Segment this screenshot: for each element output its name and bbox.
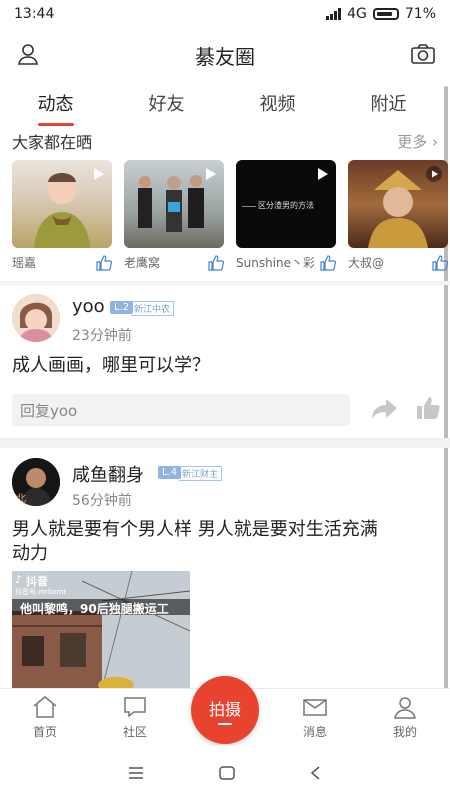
nav-profile[interactable]: 我的: [360, 689, 450, 746]
nav-home[interactable]: 首页: [0, 689, 90, 746]
nav-label: 社区: [122, 725, 147, 739]
level-badge: L.4: [158, 466, 182, 479]
section-divider: [0, 438, 450, 448]
share-item-name: 瑶嘉: [12, 256, 37, 270]
tab-bar: 动态 好友 视频 附近: [0, 82, 444, 126]
share-section-header: 大家都在晒 更多 ›: [12, 128, 438, 154]
share-item-name: 大叔@: [348, 256, 385, 270]
share-thumbnail[interactable]: [12, 160, 112, 248]
tab-moments[interactable]: 动态: [0, 82, 111, 126]
nav-label: 消息: [302, 725, 327, 739]
level-badge: L.2: [110, 301, 134, 314]
share-item[interactable]: 大叔@: [348, 160, 448, 278]
share-item[interactable]: 瑶嘉: [12, 160, 112, 278]
like-icon[interactable]: [416, 396, 440, 424]
status-time: 13:44: [14, 6, 55, 22]
play-icon: [426, 166, 442, 182]
share-icon[interactable]: [370, 398, 398, 424]
post-time: 56分钟前: [72, 493, 132, 509]
share-item[interactable]: 区分渣男的方法 Sunshine丶彩: [236, 160, 336, 278]
avatar[interactable]: 北: [12, 458, 60, 506]
person-icon: [394, 697, 416, 719]
top-bar: 綦友圈: [0, 30, 450, 80]
tab-videos[interactable]: 视频: [222, 82, 333, 126]
post-username[interactable]: 咸鱼翻身: [72, 461, 144, 487]
shoot-icon: [218, 722, 232, 725]
profile-icon[interactable]: [16, 42, 40, 70]
battery-level: 71%: [404, 6, 436, 22]
menu-icon[interactable]: [127, 766, 145, 780]
system-nav-bar: [0, 746, 450, 800]
like-icon[interactable]: [96, 254, 112, 271]
nav-messages[interactable]: 消息: [270, 689, 360, 746]
level-title: 新江中农: [131, 301, 175, 316]
share-item-name: 老鹰窝: [124, 256, 161, 270]
network-label: 4G: [347, 6, 367, 22]
page-title: 綦友圈: [195, 44, 255, 69]
share-thumbnail[interactable]: 区分渣男的方法: [236, 160, 336, 248]
post-time: 23分钟前: [72, 328, 132, 344]
play-icon: [94, 168, 104, 180]
section-divider: [0, 281, 450, 285]
play-icon: [318, 168, 328, 180]
like-icon[interactable]: [320, 254, 336, 271]
post-video[interactable]: 抖音 ♪ 抖音号:mrbxmt 他叫黎鸣，90后独腿搬运工: [12, 571, 190, 689]
nav-community[interactable]: 社区: [90, 689, 180, 746]
share-item-name: Sunshine丶彩: [236, 256, 314, 270]
status-bar: 13:44 4G 71%: [0, 0, 450, 28]
video-caption: 他叫黎鸣，90后独腿搬运工: [20, 602, 169, 616]
battery-icon: [372, 8, 399, 20]
video-account: 抖音号:mrbxmt: [15, 588, 67, 596]
play-icon: [206, 168, 216, 180]
post-text-line1: 男人就是要有个男人样 男人就是要对生活充满: [12, 519, 378, 540]
more-link[interactable]: 更多 ›: [397, 131, 438, 152]
level-title: 新江财主: [179, 466, 223, 481]
share-item[interactable]: 老鹰窝: [124, 160, 224, 278]
tab-friends[interactable]: 好友: [111, 82, 222, 126]
home-square-icon[interactable]: [218, 765, 236, 781]
share-thumbnails: 瑶嘉 老鹰窝 区分渣男的方法 Sunshine丶彩 大叔@: [12, 160, 450, 278]
shoot-button[interactable]: 拍摄: [191, 676, 259, 744]
chat-icon: [124, 697, 146, 718]
post-username[interactable]: yoo: [72, 296, 105, 317]
share-thumbnail[interactable]: [124, 160, 224, 248]
nav-label: 我的: [392, 725, 417, 739]
share-thumbnail[interactable]: [348, 160, 448, 248]
back-icon[interactable]: [309, 765, 323, 781]
post-text: 成人画画，哪里可以学？: [12, 355, 210, 376]
post-text-line2: 动力: [12, 543, 48, 564]
signal-icon: [326, 8, 342, 20]
shoot-label: 拍摄: [208, 699, 241, 719]
mail-icon: [303, 699, 327, 716]
like-icon[interactable]: [208, 254, 224, 271]
svg-text:北: 北: [16, 493, 26, 505]
reply-input[interactable]: 回复yoo: [12, 394, 350, 426]
camera-icon[interactable]: [410, 42, 436, 70]
avatar[interactable]: [12, 294, 60, 342]
status-indicators: 4G 71%: [326, 6, 436, 22]
tab-nearby[interactable]: 附近: [333, 82, 444, 126]
tiktok-icon: ♪: [15, 573, 23, 586]
like-icon[interactable]: [432, 254, 448, 271]
home-icon: [33, 696, 57, 718]
share-section-title: 大家都在晒: [12, 133, 93, 152]
nav-label: 首页: [32, 725, 57, 739]
